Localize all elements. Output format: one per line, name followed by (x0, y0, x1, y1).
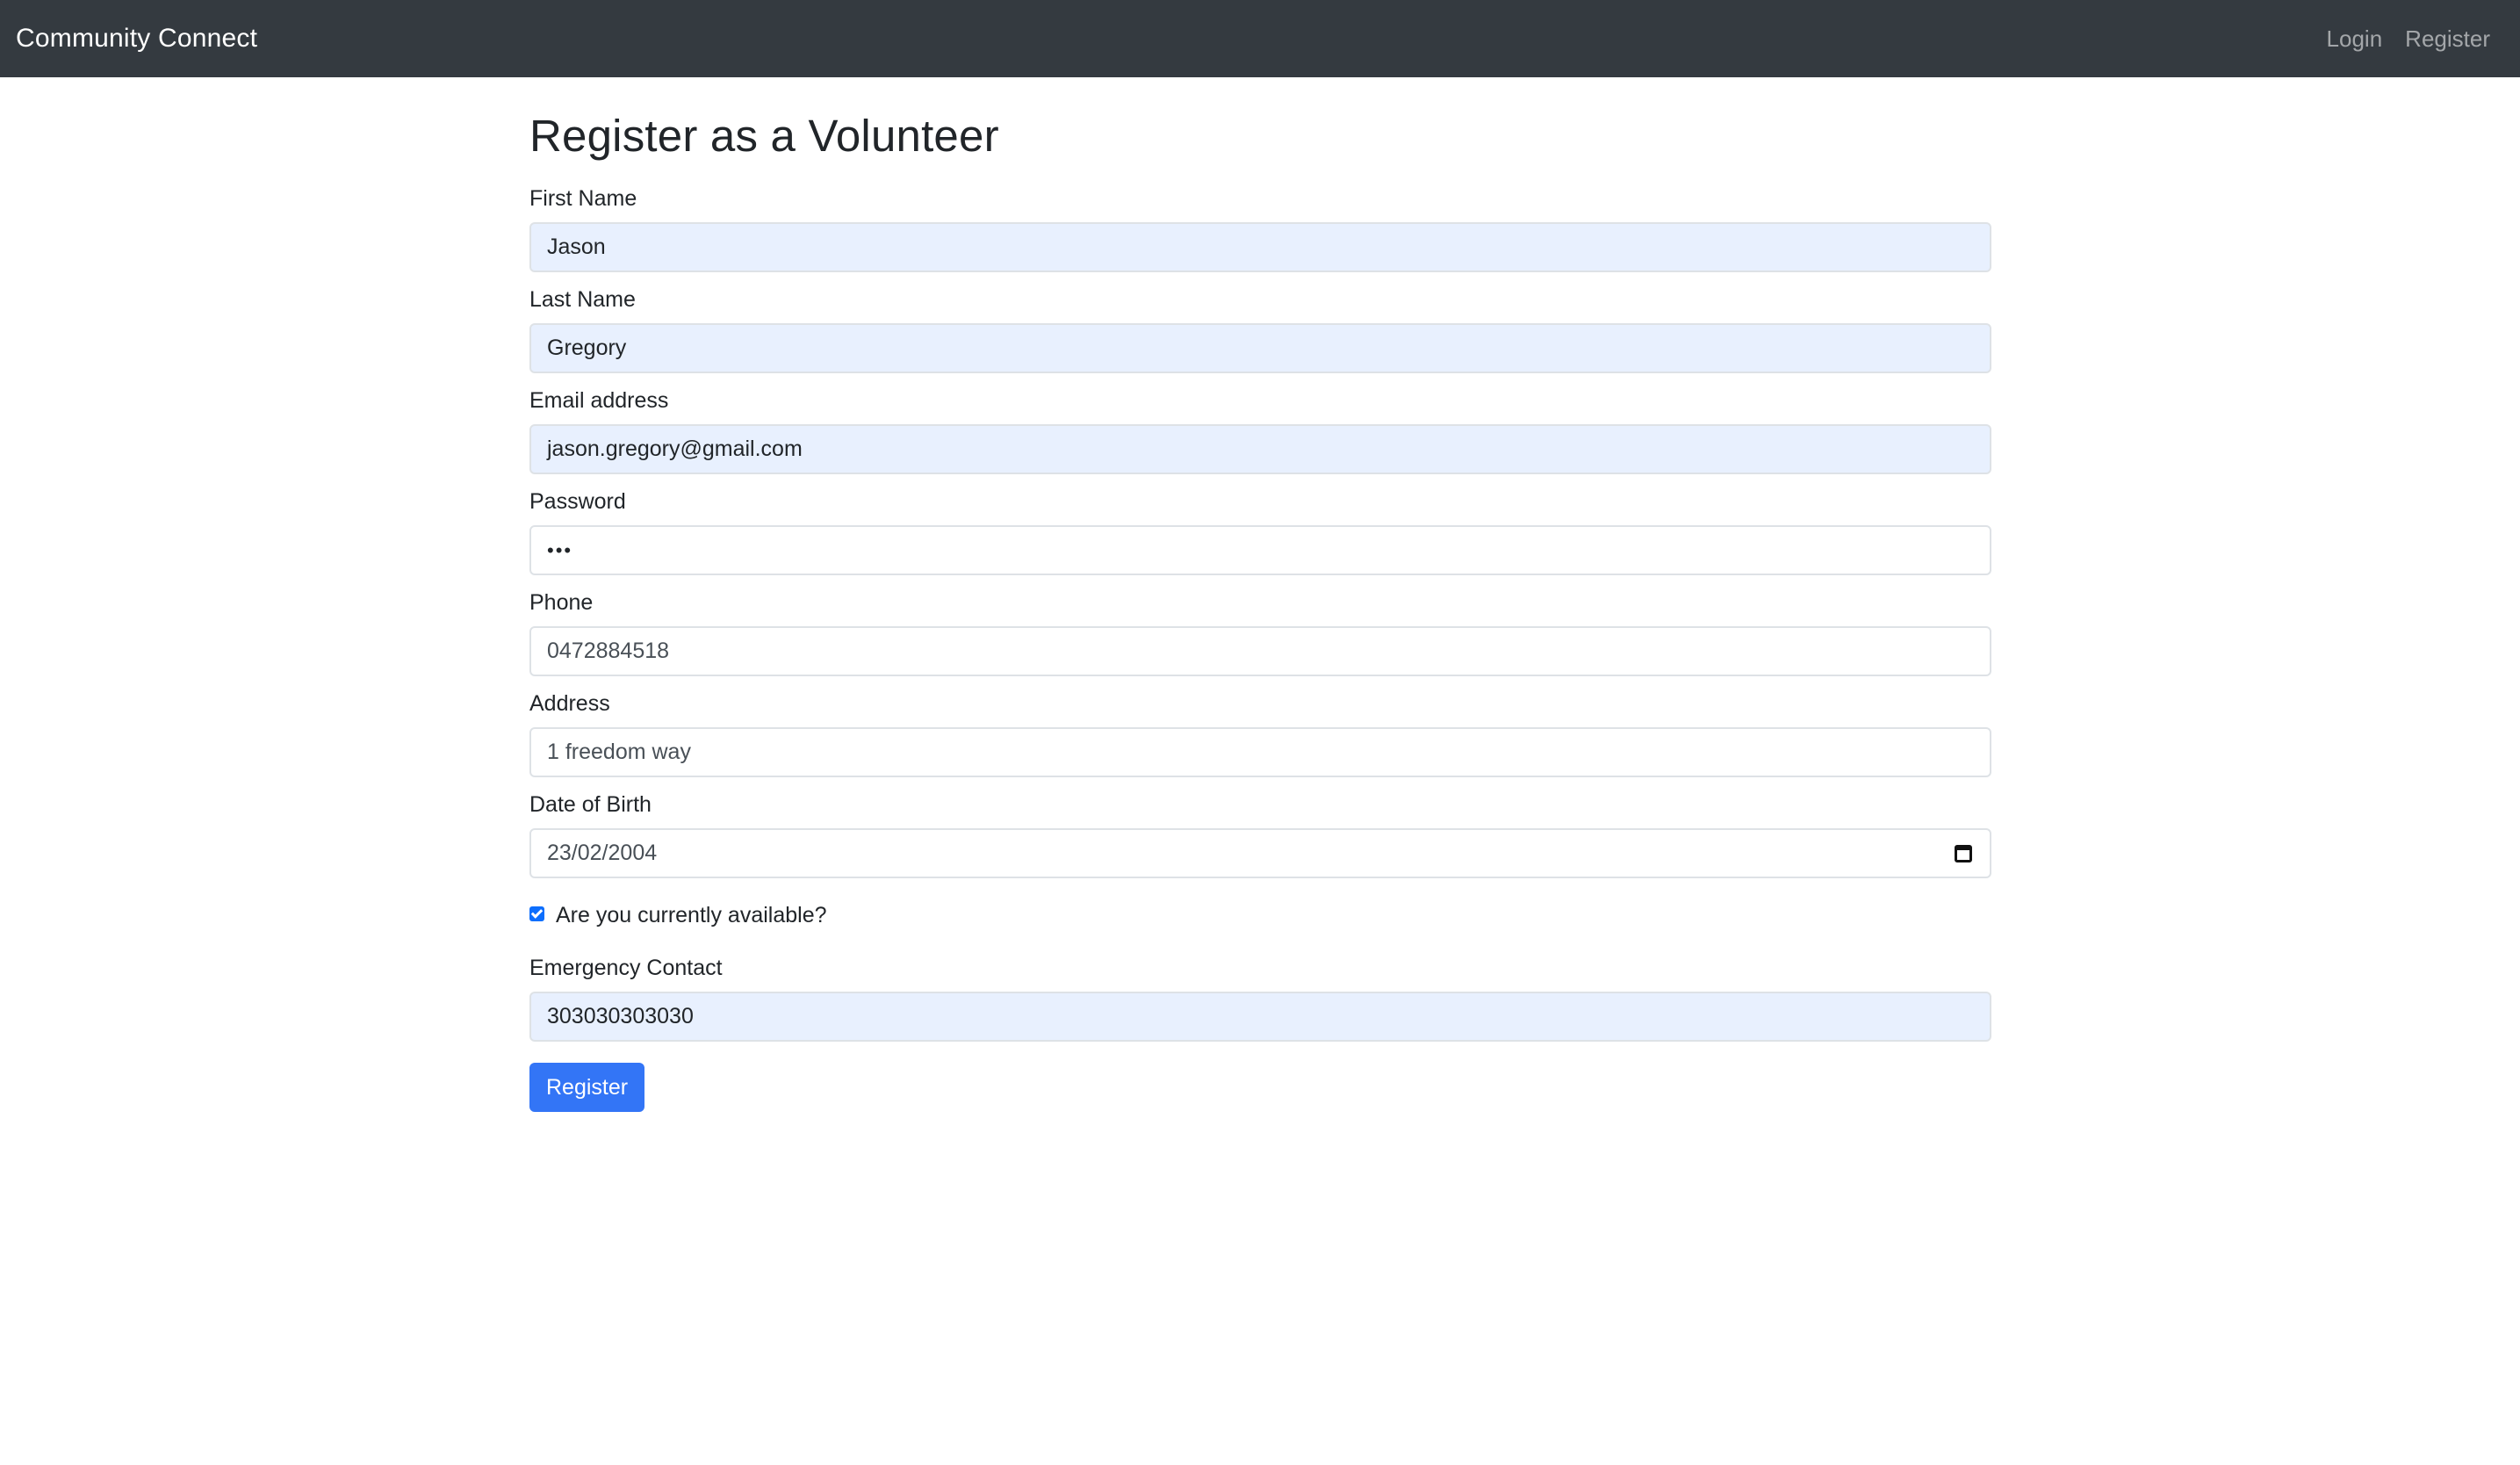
password-input[interactable]: ••• (529, 525, 1991, 576)
register-button[interactable]: Register (529, 1063, 645, 1113)
last-name-label: Last Name (529, 287, 636, 313)
address-group: Address 1 freedom way (529, 690, 1991, 778)
brand-link[interactable]: Community Connect (16, 24, 257, 54)
availability-label: Are you currently available? (556, 903, 827, 928)
address-value: 1 freedom way (547, 740, 691, 765)
phone-input[interactable]: 0472884518 (529, 626, 1991, 677)
first-name-label: First Name (529, 186, 637, 212)
volunteer-registration-form: First Name Jason Last Name Gregory Email… (529, 185, 1991, 1113)
nav-register-link[interactable]: Register (2405, 25, 2490, 53)
phone-group: Phone 0472884518 (529, 589, 1991, 677)
emergency-contact-value: 303030303030 (547, 1004, 694, 1029)
dob-input[interactable]: 23/02/2004 (529, 828, 1991, 879)
dob-group: Date of Birth 23/02/2004 (529, 791, 1991, 879)
first-name-group: First Name Jason (529, 185, 1991, 273)
last-name-input[interactable]: Gregory (529, 323, 1991, 374)
navbar: Community Connect Login Register (0, 0, 2520, 77)
emergency-contact-group: Emergency Contact 303030303030 (529, 955, 1991, 1043)
email-label: Email address (529, 388, 669, 414)
nav-login-link[interactable]: Login (2327, 25, 2383, 53)
password-group: Password ••• (529, 488, 1991, 576)
first-name-input[interactable]: Jason (529, 222, 1991, 273)
nav-links: Login Register (2327, 25, 2490, 53)
address-label: Address (529, 691, 610, 717)
last-name-group: Last Name Gregory (529, 286, 1991, 374)
password-value: ••• (547, 538, 573, 561)
email-value: jason.gregory@gmail.com (547, 437, 803, 462)
first-name-value: Jason (547, 235, 606, 260)
dob-value: 23/02/2004 (547, 841, 658, 866)
password-label: Password (529, 489, 626, 515)
main-container: Register as a Volunteer First Name Jason… (529, 77, 1991, 1113)
availability-row: Are you currently available? (529, 903, 1991, 928)
last-name-value: Gregory (547, 336, 627, 361)
emergency-contact-label: Emergency Contact (529, 956, 723, 981)
phone-label: Phone (529, 590, 594, 616)
emergency-contact-input[interactable]: 303030303030 (529, 992, 1991, 1043)
availability-checkbox[interactable] (529, 906, 544, 922)
page-title: Register as a Volunteer (529, 111, 999, 161)
email-group: Email address jason.gregory@gmail.com (529, 387, 1991, 475)
email-input[interactable]: jason.gregory@gmail.com (529, 424, 1991, 475)
address-input[interactable]: 1 freedom way (529, 727, 1991, 778)
calendar-icon[interactable] (1955, 844, 1972, 862)
dob-label: Date of Birth (529, 792, 652, 818)
phone-value: 0472884518 (547, 639, 670, 664)
